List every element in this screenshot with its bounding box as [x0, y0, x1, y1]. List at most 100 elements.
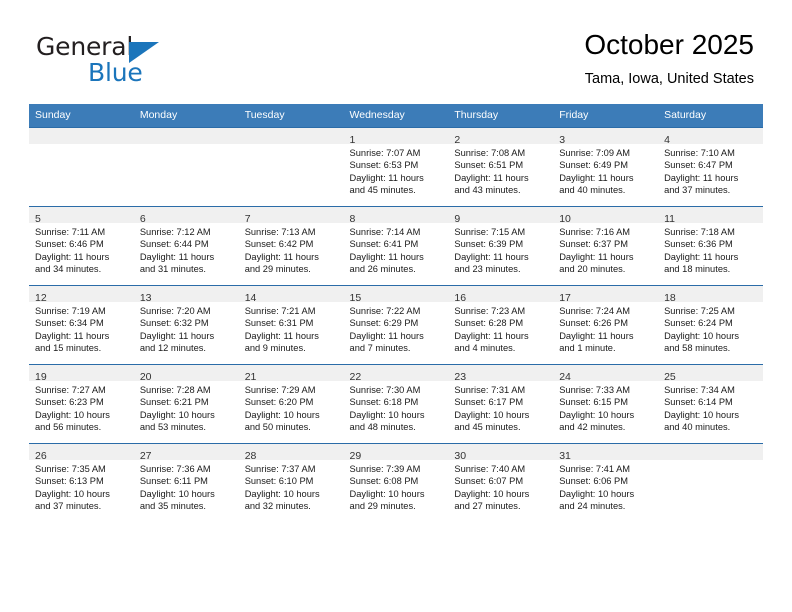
logo-text-general: General — [36, 32, 134, 61]
daylight-text-line2: and 9 minutes. — [244, 343, 306, 354]
calendar-day-cell[interactable]: 23 Sunrise: 7:31 AM Sunset: 6:17 PM Dayligh… — [448, 364, 554, 444]
weekday-header-wednesday: Wednesday — [343, 104, 449, 128]
sunset-text: Sunset: 6:49 PM — [559, 160, 628, 171]
sunrise-text: Sunrise: 7:18 AM — [664, 227, 735, 237]
day-number: 28 — [244, 450, 257, 462]
general-blue-logo[interactable]: General Blue — [36, 32, 216, 88]
calendar-page: General Blue October 2025 Tama, Iowa, Un… — [0, 0, 792, 612]
sunrise-text: Sunrise: 7:10 AM — [664, 148, 735, 158]
calendar-day-cell[interactable]: 21 Sunrise: 7:29 AM Sunset: 6:20 PM Dayligh… — [238, 364, 344, 444]
sunset-text: Sunset: 6:44 PM — [139, 239, 209, 250]
calendar-day-cell[interactable]: 10 Sunrise: 7:16 AM Sunset: 6:37 PM Dayligh… — [553, 206, 659, 286]
calendar-day-cell[interactable]: 7 Sunrise: 7:13 AM Sunset: 6:42 PM Daylight… — [238, 206, 344, 286]
calendar-day-cell[interactable]: 11 Sunrise: 7:18 AM Sunset: 6:36 PM Dayligh… — [658, 206, 763, 286]
calendar-day-cell[interactable]: 14 Sunrise: 7:21 AM Sunset: 6:31 PM Dayligh… — [238, 285, 344, 365]
day-details: Sunrise: 7:09 AM Sunset: 6:49 PM Daylight:… — [553, 144, 658, 197]
daylight-text-line2: and 34 minutes. — [35, 264, 102, 275]
calendar-day-cell[interactable]: 30 Sunrise: 7:40 AM Sunset: 6:07 PM Dayligh… — [448, 443, 554, 522]
daylight-text-line1: Daylight: 11 hours — [349, 330, 424, 341]
daylight-text-line2: and 27 minutes. — [454, 501, 521, 512]
calendar-week-row: 19 Sunrise: 7:27 AM Sunset: 6:23 PM Dayligh… — [29, 364, 763, 444]
sunrise-text: Sunrise: 7:15 AM — [454, 227, 526, 237]
calendar-day-cell[interactable]: 5 Sunrise: 7:11 AM Sunset: 6:46 PM Daylight… — [29, 206, 134, 286]
day-number-bar — [658, 444, 763, 460]
sunrise-text: Sunrise: 7:14 AM — [349, 227, 421, 237]
calendar-day-cell[interactable]: 1 Sunrise: 7:07 AM Sunset: 6:53 PM Daylight… — [343, 127, 449, 207]
day-number: 1 — [349, 134, 356, 146]
sunset-text: Sunset: 6:15 PM — [559, 397, 628, 408]
daylight-text-line1: Daylight: 10 hours — [349, 488, 425, 499]
calendar-week-row: 26 Sunrise: 7:35 AM Sunset: 6:13 PM Dayligh… — [29, 443, 763, 522]
calendar-header-row: Sunday Monday Tuesday Wednesday Thursday… — [29, 104, 763, 128]
daylight-text-line2: and 45 minutes. — [349, 185, 416, 196]
day-details: Sunrise: 7:18 AM Sunset: 6:36 PM Daylight:… — [658, 223, 763, 276]
calendar-day-cell[interactable]: 29 Sunrise: 7:39 AM Sunset: 6:08 PM Dayligh… — [343, 443, 449, 522]
sunset-text: Sunset: 6:32 PM — [139, 318, 209, 329]
daylight-text-line2: and 45 minutes. — [454, 422, 521, 433]
calendar-day-cell[interactable]: 26 Sunrise: 7:35 AM Sunset: 6:13 PM Dayligh… — [29, 443, 134, 522]
calendar-day-cell[interactable]: 2 Sunrise: 7:08 AM Sunset: 6:51 PM Daylight… — [448, 127, 554, 207]
sunset-text: Sunset: 6:36 PM — [664, 239, 733, 250]
daylight-text-line2: and 58 minutes. — [664, 343, 731, 354]
calendar-day-cell-empty — [29, 127, 134, 207]
day-number-bar: 20 — [133, 365, 239, 383]
day-details: Sunrise: 7:23 AM Sunset: 6:28 PM Daylight:… — [448, 302, 553, 355]
day-details: Sunrise: 7:07 AM Sunset: 6:53 PM Daylight:… — [344, 144, 449, 197]
daylight-text-line1: Daylight: 11 hours — [35, 251, 110, 262]
sunset-text: Sunset: 6:20 PM — [244, 397, 314, 408]
day-details: Sunrise: 7:27 AM Sunset: 6:23 PM Daylight:… — [29, 381, 134, 434]
daylight-text-line1: Daylight: 10 hours — [664, 409, 739, 420]
calendar-day-cell[interactable]: 27 Sunrise: 7:36 AM Sunset: 6:11 PM Dayligh… — [133, 443, 239, 522]
calendar-day-cell[interactable]: 6 Sunrise: 7:12 AM Sunset: 6:44 PM Daylight… — [133, 206, 239, 286]
calendar-day-cell[interactable]: 24 Sunrise: 7:33 AM Sunset: 6:15 PM Dayligh… — [553, 364, 659, 444]
calendar-day-cell[interactable]: 12 Sunrise: 7:19 AM Sunset: 6:34 PM Dayligh… — [29, 285, 134, 365]
sunrise-text: Sunrise: 7:35 AM — [35, 464, 106, 474]
page-title: October 2025 — [584, 29, 754, 60]
calendar-day-cell[interactable]: 20 Sunrise: 7:28 AM Sunset: 6:21 PM Dayligh… — [133, 364, 239, 444]
day-number-bar: 22 — [343, 365, 449, 383]
calendar-day-cell[interactable]: 15 Sunrise: 7:22 AM Sunset: 6:29 PM Dayligh… — [343, 285, 449, 365]
day-number-bar: 12 — [29, 286, 134, 304]
calendar-day-cell[interactable]: 17 Sunrise: 7:24 AM Sunset: 6:26 PM Dayligh… — [553, 285, 659, 365]
location-subtitle: Tama, Iowa, United States — [584, 71, 754, 87]
day-number: 30 — [454, 450, 467, 462]
day-number: 21 — [244, 371, 257, 383]
calendar-day-cell[interactable]: 16 Sunrise: 7:23 AM Sunset: 6:28 PM Dayligh… — [448, 285, 554, 365]
calendar-day-cell[interactable]: 13 Sunrise: 7:20 AM Sunset: 6:32 PM Dayligh… — [133, 285, 239, 365]
daylight-text-line1: Daylight: 10 hours — [664, 330, 739, 341]
sunset-text: Sunset: 6:21 PM — [139, 397, 209, 408]
calendar-day-cell[interactable]: 18 Sunrise: 7:25 AM Sunset: 6:24 PM Dayligh… — [658, 285, 763, 365]
day-number: 4 — [664, 134, 670, 146]
sunset-text: Sunset: 6:47 PM — [664, 160, 733, 171]
calendar-day-cell[interactable]: 4 Sunrise: 7:10 AM Sunset: 6:47 PM Daylight… — [658, 127, 763, 207]
calendar-day-cell[interactable]: 28 Sunrise: 7:37 AM Sunset: 6:10 PM Dayligh… — [238, 443, 344, 522]
day-details: Sunrise: 7:12 AM Sunset: 6:44 PM Daylight:… — [134, 223, 239, 276]
daylight-text-line1: Daylight: 11 hours — [139, 330, 215, 341]
calendar-day-cell[interactable]: 8 Sunrise: 7:14 AM Sunset: 6:41 PM Daylight… — [343, 206, 449, 286]
calendar-day-cell[interactable]: 9 Sunrise: 7:15 AM Sunset: 6:39 PM Daylight… — [448, 206, 554, 286]
calendar-day-cell[interactable]: 22 Sunrise: 7:30 AM Sunset: 6:18 PM Dayligh… — [343, 364, 449, 444]
calendar-day-cell-empty — [133, 127, 239, 207]
day-number: 17 — [559, 292, 571, 304]
sunset-text: Sunset: 6:06 PM — [559, 476, 628, 487]
daylight-text-line2: and 29 minutes. — [244, 264, 311, 275]
day-number-bar: 25 — [658, 365, 763, 383]
daylight-text-line2: and 20 minutes. — [559, 264, 626, 275]
calendar-day-cell[interactable]: 31 Sunrise: 7:41 AM Sunset: 6:06 PM Dayligh… — [553, 443, 659, 522]
daylight-text-line2: and 18 minutes. — [664, 264, 731, 275]
sunset-text: Sunset: 6:13 PM — [35, 476, 104, 487]
calendar-day-cell-empty — [658, 443, 763, 522]
weekday-header-thursday: Thursday — [448, 104, 554, 128]
calendar-day-cell[interactable]: 25 Sunrise: 7:34 AM Sunset: 6:14 PM Dayligh… — [658, 364, 763, 444]
sunrise-text: Sunrise: 7:40 AM — [454, 464, 526, 474]
calendar-day-cell[interactable]: 19 Sunrise: 7:27 AM Sunset: 6:23 PM Dayligh… — [29, 364, 134, 444]
day-number: 29 — [349, 450, 362, 462]
calendar-day-cell[interactable]: 3 Sunrise: 7:09 AM Sunset: 6:49 PM Daylight… — [553, 127, 659, 207]
sunrise-text: Sunrise: 7:36 AM — [139, 464, 211, 474]
sunrise-text: Sunrise: 7:07 AM — [349, 148, 421, 158]
page-header: General Blue October 2025 Tama, Iowa, Un… — [0, 0, 792, 104]
day-number: 11 — [664, 213, 675, 225]
weekday-header-tuesday: Tuesday — [238, 104, 344, 128]
sunrise-text: Sunrise: 7:23 AM — [454, 306, 526, 316]
day-details: Sunrise: 7:34 AM Sunset: 6:14 PM Daylight:… — [658, 381, 763, 434]
